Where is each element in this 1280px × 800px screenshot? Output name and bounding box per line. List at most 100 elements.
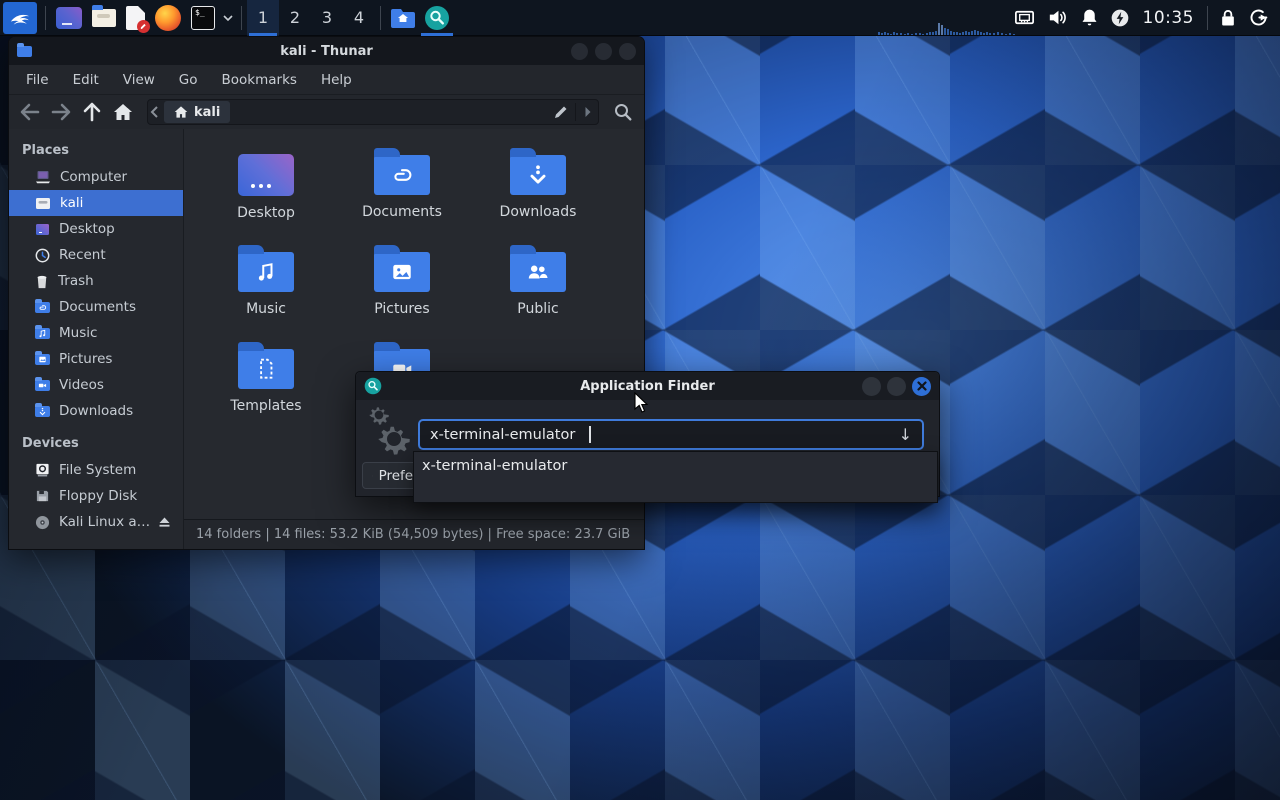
- taskbar-thunar-button[interactable]: [386, 0, 420, 36]
- minimize-button[interactable]: [862, 377, 881, 396]
- back-button[interactable]: [19, 101, 41, 123]
- file-manager-launcher[interactable]: [87, 0, 121, 36]
- sidebar-item-desktop[interactable]: Desktop: [9, 216, 183, 242]
- file-downloads[interactable]: Downloads: [470, 139, 606, 236]
- home-button[interactable]: [112, 101, 134, 123]
- sidebar-label: Pictures: [59, 351, 112, 367]
- desktop-launcher[interactable]: [51, 0, 87, 36]
- file-label: Desktop: [237, 205, 295, 221]
- appfinder-search-input[interactable]: x-terminal-emulator ↓: [418, 419, 924, 450]
- firefox-launcher[interactable]: [150, 0, 186, 36]
- file-label: Downloads: [500, 204, 577, 220]
- file-pictures[interactable]: Pictures: [334, 236, 470, 333]
- file-label: Public: [517, 301, 558, 317]
- sidebar-label: Trash: [58, 273, 94, 289]
- app-finder-icon: [424, 5, 450, 31]
- menu-go[interactable]: Go: [179, 72, 198, 88]
- desktop-folder-icon: [238, 154, 294, 196]
- combo-arrow-icon[interactable]: ↓: [899, 425, 912, 444]
- up-button[interactable]: [81, 101, 103, 123]
- sidebar-item-trash[interactable]: Trash: [9, 268, 183, 294]
- templates-folder-icon: [238, 349, 294, 389]
- terminal-launcher[interactable]: $_: [186, 0, 220, 36]
- documents-folder-icon: [374, 155, 430, 195]
- sidebar-item-kali[interactable]: kali: [9, 190, 183, 216]
- sidebar-label: kali: [60, 195, 83, 211]
- panel-clock[interactable]: 10:35: [1135, 8, 1203, 28]
- sidebar-item-music[interactable]: Music: [9, 320, 183, 346]
- text-editor-icon: [126, 6, 145, 30]
- sidebar-item-pictures[interactable]: Pictures: [9, 346, 183, 372]
- sidebar-item-file-system[interactable]: File System: [9, 457, 183, 483]
- chevron-left-icon[interactable]: [150, 106, 160, 118]
- pathbar-divider: [575, 103, 576, 121]
- home-icon: [113, 102, 133, 122]
- power-manager-tray-button[interactable]: [1105, 0, 1135, 36]
- downloads-folder-icon: [35, 406, 50, 417]
- volume-tray-button[interactable]: [1041, 0, 1074, 36]
- file-system-drive-icon: [35, 463, 50, 477]
- lock-screen-button[interactable]: [1213, 0, 1243, 36]
- music-folder-icon: [238, 252, 294, 292]
- forward-button[interactable]: [50, 101, 72, 123]
- sidebar-label: Kali Linux a…: [59, 514, 150, 530]
- file-label: Music: [246, 301, 286, 317]
- sidebar-item-computer[interactable]: Computer: [9, 164, 183, 190]
- close-button[interactable]: [619, 43, 636, 60]
- menu-help[interactable]: Help: [321, 72, 352, 88]
- panel-separator: [45, 6, 46, 30]
- maximize-button[interactable]: [595, 43, 612, 60]
- file-music[interactable]: Music: [198, 236, 334, 333]
- mouse-cursor: [634, 392, 649, 414]
- documents-folder-icon: [35, 302, 50, 313]
- minimize-button[interactable]: [571, 43, 588, 60]
- file-manager-icon: [92, 9, 116, 27]
- taskbar-appfinder-button[interactable]: [420, 0, 454, 36]
- pathbar-segment-kali[interactable]: kali: [164, 101, 230, 123]
- file-desktop[interactable]: Desktop: [198, 139, 334, 236]
- pathbar[interactable]: kali: [147, 99, 599, 125]
- trash-icon: [35, 274, 49, 289]
- window-title: kali - Thunar: [9, 44, 644, 59]
- sidebar-item-downloads[interactable]: Downloads: [9, 398, 183, 424]
- menu-edit[interactable]: Edit: [73, 72, 99, 88]
- chevron-right-icon[interactable]: [582, 106, 593, 118]
- gear-icon: [373, 418, 415, 460]
- search-button[interactable]: [612, 101, 634, 123]
- logout-button[interactable]: [1243, 0, 1274, 36]
- menu-view[interactable]: View: [123, 72, 155, 88]
- close-button[interactable]: [912, 377, 931, 396]
- file-documents[interactable]: Documents: [334, 139, 470, 236]
- file-public[interactable]: Public: [470, 236, 606, 333]
- desktop-icon: [35, 223, 50, 236]
- thunar-titlebar[interactable]: kali - Thunar: [9, 37, 644, 65]
- notifications-tray-button[interactable]: [1074, 0, 1105, 36]
- terminal-launcher-dropdown[interactable]: [220, 0, 236, 36]
- workspace-1[interactable]: 1: [247, 0, 279, 36]
- close-icon: [917, 381, 927, 391]
- maximize-button[interactable]: [887, 377, 906, 396]
- sidebar-item-floppy-disk[interactable]: Floppy Disk: [9, 483, 183, 509]
- sidebar-item-kali-linux-cd[interactable]: Kali Linux a…: [9, 509, 183, 535]
- menu-file[interactable]: File: [26, 72, 49, 88]
- desktop-icon: [56, 7, 82, 29]
- pictures-folder-icon: [35, 354, 50, 365]
- eject-button[interactable]: [158, 516, 171, 532]
- edit-pencil-icon[interactable]: [553, 104, 569, 120]
- lock-icon: [1218, 8, 1238, 28]
- sidebar-item-videos[interactable]: Videos: [9, 372, 183, 398]
- completion-item[interactable]: x-terminal-emulator: [414, 452, 937, 474]
- workspace-2[interactable]: 2: [279, 0, 311, 36]
- menu-bookmarks[interactable]: Bookmarks: [222, 72, 297, 88]
- workspace-4[interactable]: 4: [343, 0, 375, 36]
- sidebar-item-recent[interactable]: Recent: [9, 242, 183, 268]
- sidebar-item-documents[interactable]: Documents: [9, 294, 183, 320]
- workspace-3[interactable]: 3: [311, 0, 343, 36]
- text-editor-launcher[interactable]: [121, 0, 150, 36]
- kali-menu-button[interactable]: [3, 2, 37, 34]
- firefox-icon: [155, 5, 181, 31]
- pathbar-location: kali: [194, 105, 220, 120]
- statusbar-text: 14 folders | 14 files: 53.2 KiB (54,509 …: [196, 527, 630, 542]
- bell-icon: [1079, 7, 1100, 28]
- file-templates[interactable]: Templates: [198, 333, 334, 430]
